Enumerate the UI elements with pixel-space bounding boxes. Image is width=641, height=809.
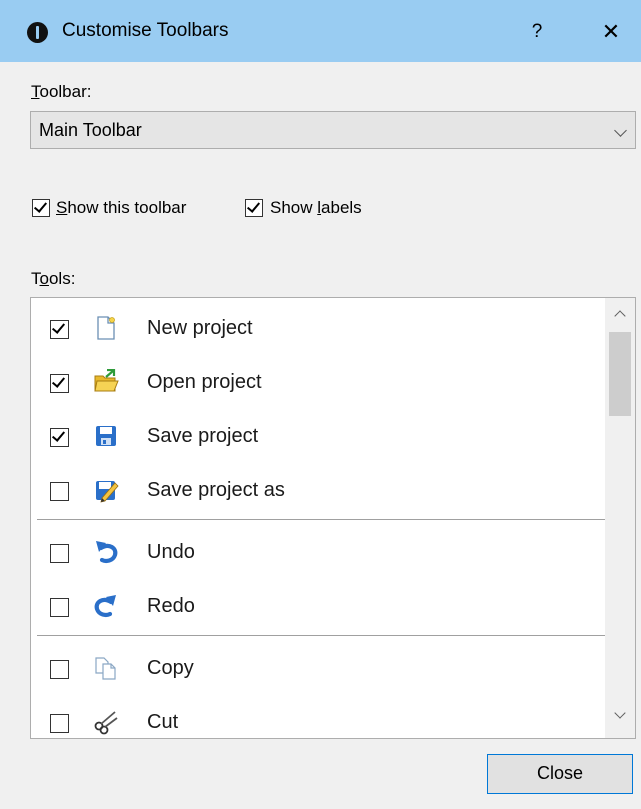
toolbar-select-value: Main Toolbar xyxy=(39,120,142,140)
tool-checkbox[interactable] xyxy=(50,544,69,563)
new-project-icon xyxy=(97,316,115,340)
title-bar: Customise Toolbars ? ✕ xyxy=(0,0,641,62)
toolbar-select[interactable]: Main Toolbar xyxy=(30,111,636,149)
list-scrollbar[interactable] xyxy=(605,298,635,738)
divider xyxy=(37,519,605,520)
tool-checkbox[interactable] xyxy=(50,714,69,733)
list-item[interactable]: Save project xyxy=(31,409,601,463)
close-button[interactable]: Close xyxy=(487,754,633,794)
scroll-up-icon[interactable] xyxy=(614,310,626,322)
tool-label: Open project xyxy=(147,371,262,393)
list-item[interactable]: Redo xyxy=(31,579,601,633)
open-project-icon xyxy=(94,369,119,392)
scroll-down-icon[interactable] xyxy=(614,707,626,719)
app-icon xyxy=(27,22,48,43)
tool-checkbox[interactable] xyxy=(50,598,69,617)
tool-checkbox[interactable] xyxy=(50,374,69,393)
list-item[interactable]: Open project xyxy=(31,355,601,409)
show-labels-checkbox[interactable] xyxy=(245,199,263,217)
tool-label: Redo xyxy=(147,595,195,617)
toolbar-label: Toolbar: xyxy=(31,82,92,101)
list-item[interactable]: Save project as xyxy=(31,463,601,517)
tool-label: New project xyxy=(147,317,253,339)
list-item[interactable]: New project xyxy=(31,301,601,355)
tool-checkbox[interactable] xyxy=(50,660,69,679)
scrollbar-thumb[interactable] xyxy=(609,332,631,416)
undo-icon xyxy=(96,541,118,564)
show-toolbar-label[interactable]: Show this toolbar xyxy=(56,198,186,218)
window-title: Customise Toolbars xyxy=(62,20,229,41)
tool-label: Cut xyxy=(147,711,179,733)
tool-checkbox[interactable] xyxy=(50,482,69,501)
show-labels-label[interactable]: Show labels xyxy=(270,198,362,218)
close-icon[interactable]: ✕ xyxy=(594,16,628,48)
tool-checkbox[interactable] xyxy=(50,320,69,339)
tools-label: Tools: xyxy=(31,269,76,288)
tool-label: Save project xyxy=(147,425,259,447)
save-as-icon xyxy=(96,481,119,503)
tools-list[interactable]: New project Open project Save project Sa… xyxy=(30,297,636,739)
redo-icon xyxy=(94,595,116,618)
divider xyxy=(37,635,605,636)
copy-icon xyxy=(95,657,116,680)
show-toolbar-checkbox[interactable] xyxy=(32,199,50,217)
tool-label: Save project as xyxy=(147,479,285,501)
tool-label: Undo xyxy=(147,541,195,563)
save-project-icon xyxy=(96,426,116,446)
list-item[interactable]: Cut xyxy=(31,695,601,738)
tool-label: Copy xyxy=(147,657,194,679)
cut-icon xyxy=(94,711,118,735)
help-button[interactable]: ? xyxy=(520,16,554,48)
chevron-down-icon xyxy=(614,124,627,137)
list-item[interactable]: Copy xyxy=(31,641,601,695)
tool-checkbox[interactable] xyxy=(50,428,69,447)
list-item[interactable]: Undo xyxy=(31,525,601,579)
